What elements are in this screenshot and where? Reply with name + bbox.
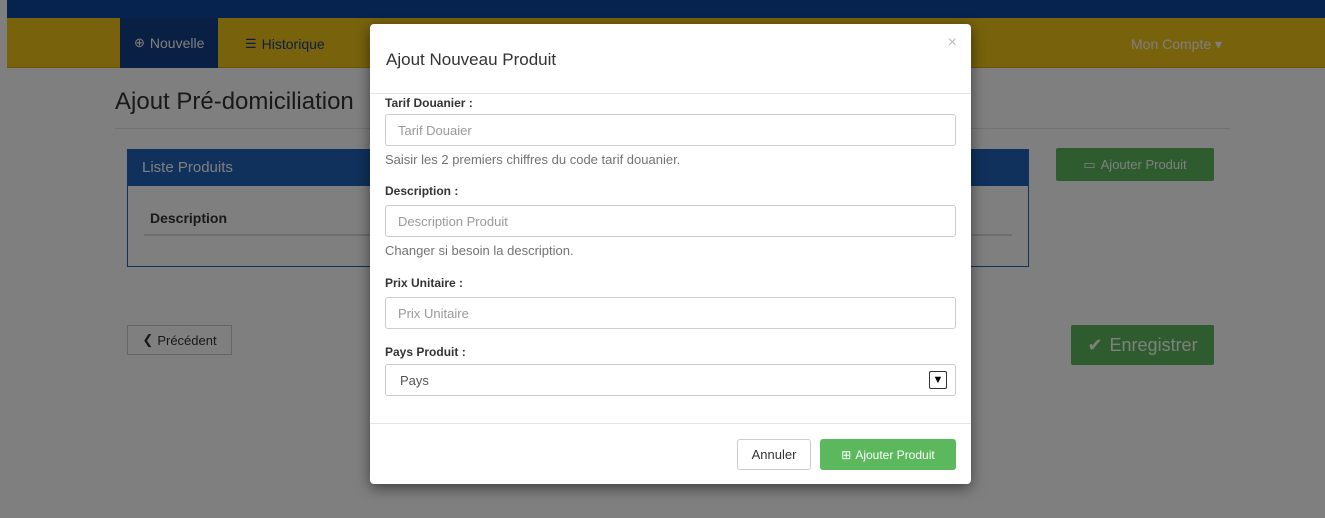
country-select[interactable]: Pays ▼ (385, 364, 956, 396)
chevron-down-icon: ▼ (929, 371, 947, 389)
description-label: Description : (385, 184, 459, 198)
modal-title: Ajout Nouveau Produit (386, 50, 557, 69)
unit-price-label: Prix Unitaire : (385, 276, 464, 290)
modal-footer: Annuler ⊞ Ajouter Produit (370, 423, 971, 484)
country-label: Pays Produit : (385, 345, 466, 359)
modal-header: Ajout Nouveau Produit × (370, 24, 971, 94)
tariff-help: Saisir les 2 premiers chiffres du code t… (385, 152, 681, 167)
unit-price-input[interactable] (385, 297, 956, 329)
cancel-button[interactable]: Annuler (737, 439, 811, 470)
tariff-input[interactable] (385, 114, 956, 146)
tariff-label: Tarif Douanier : (385, 96, 473, 110)
plus-square-icon: ⊞ (841, 447, 852, 462)
description-input[interactable] (385, 205, 956, 237)
description-help: Changer si besoin la description. (385, 243, 574, 258)
add-product-modal: Ajout Nouveau Produit × Tarif Douanier :… (370, 24, 971, 484)
country-selected-value: Pays (400, 373, 429, 388)
close-icon[interactable]: × (948, 34, 957, 52)
submit-add-product-button[interactable]: ⊞ Ajouter Produit (820, 439, 956, 470)
submit-label: Ajouter Produit (855, 447, 935, 462)
